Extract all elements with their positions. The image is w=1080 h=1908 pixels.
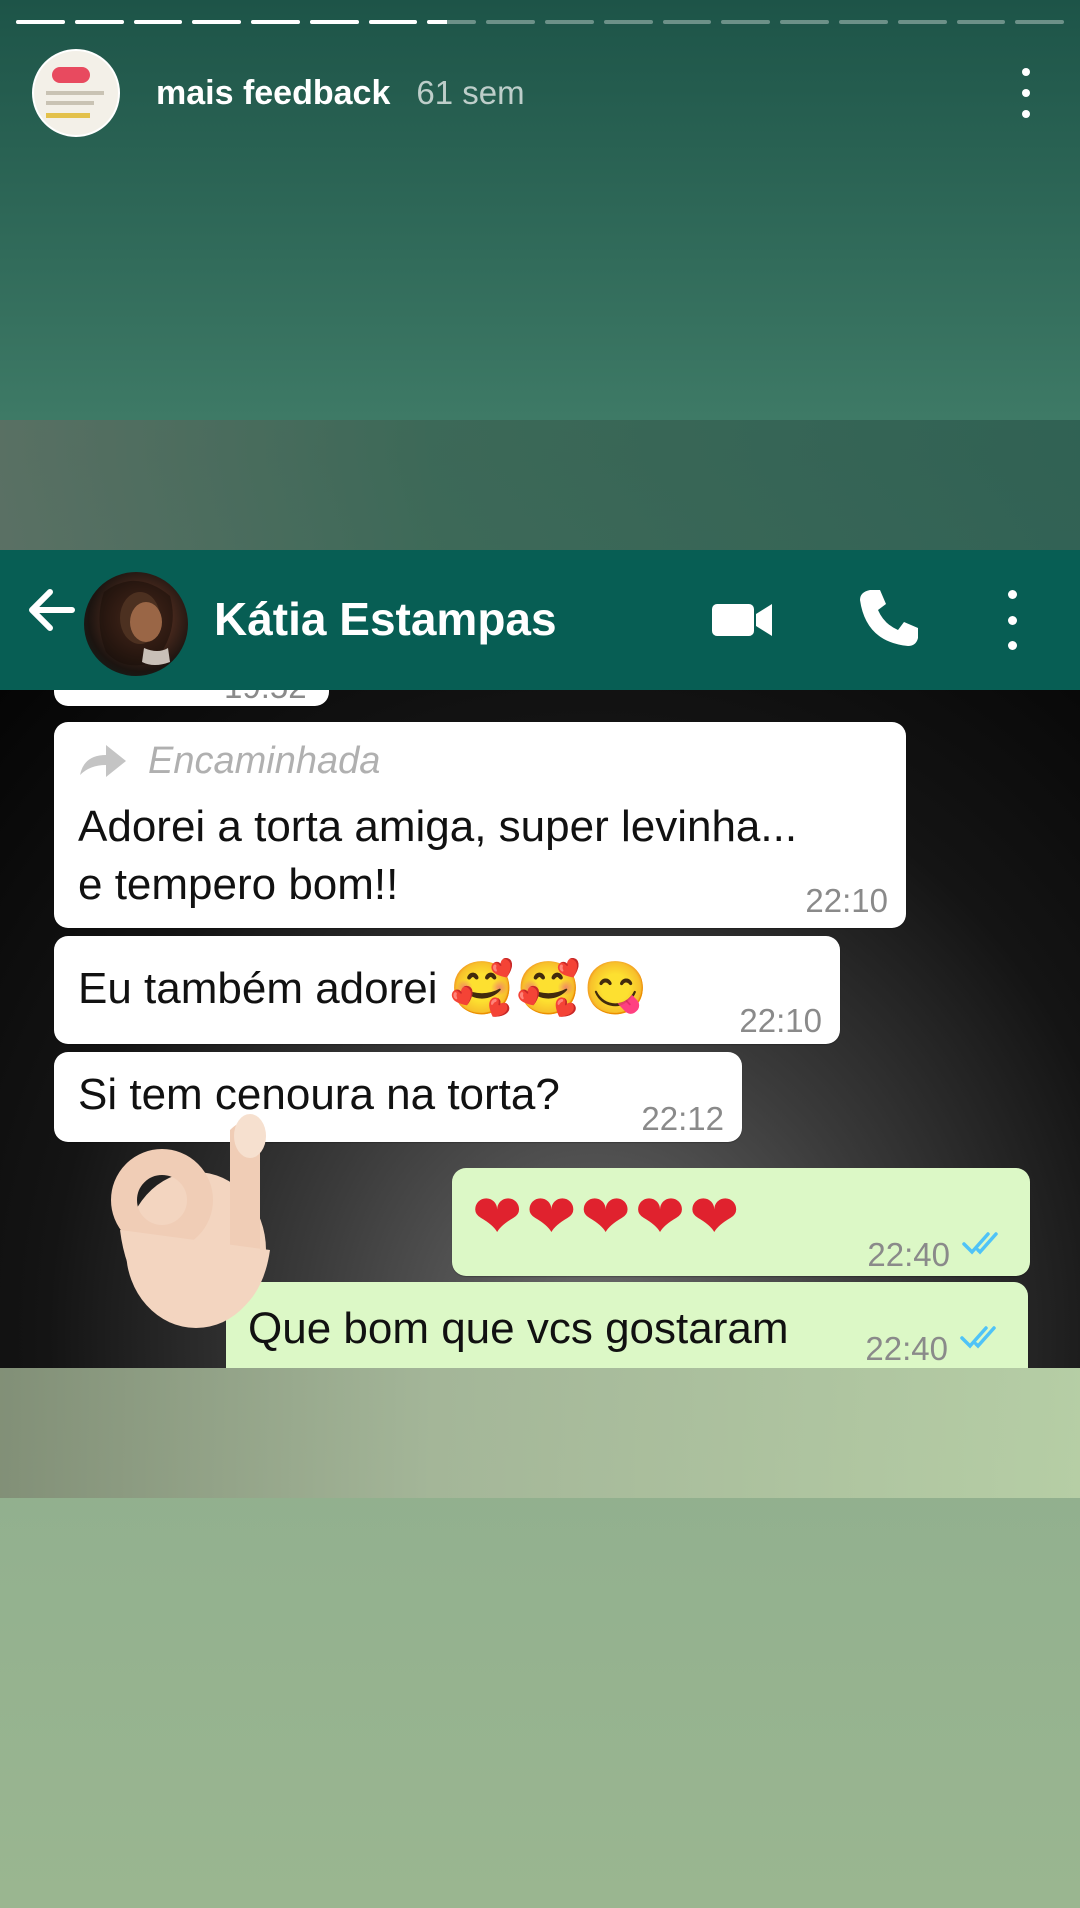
message-time: 22:40 xyxy=(867,1236,950,1273)
hearts-emoji: ❤❤❤❤❤ xyxy=(472,1183,744,1250)
contact-avatar xyxy=(84,572,188,676)
blurred-background-bottom xyxy=(0,1368,1080,1498)
story-progress-segment xyxy=(545,20,594,24)
story-avatar[interactable] xyxy=(32,49,120,137)
smiling-hearts-emoji: 🥰🥰😋 xyxy=(449,960,650,1018)
story-header: mais feedback 61 sem xyxy=(32,48,1048,138)
message-line: Adorei a torta amiga, super levinha... xyxy=(78,802,798,851)
message-time: 22:10 xyxy=(805,882,888,919)
story-progress-segment xyxy=(368,20,418,24)
message-text: Eu também adorei xyxy=(78,964,438,1013)
video-call-icon xyxy=(712,604,772,636)
story-progress-segment xyxy=(16,20,65,24)
story-time-ago: 61 sem xyxy=(416,74,525,111)
read-ticks-icon xyxy=(962,1232,998,1255)
story-progress-segment xyxy=(838,20,888,24)
story-username[interactable]: mais feedback xyxy=(156,74,390,113)
contact-name: Kátia Estampas xyxy=(214,593,557,645)
story-progress-segment xyxy=(721,20,771,24)
story-progress-segment xyxy=(780,20,829,24)
message-bubble-incoming: Encaminhada Adorei a torta amiga, super … xyxy=(54,722,906,928)
message-bubble-outgoing: Que bom que vcs gostaram 22:40 xyxy=(226,1282,1028,1368)
forward-arrow-icon xyxy=(80,745,126,777)
story-progress-segment xyxy=(192,20,242,24)
forwarded-text: Encaminhada xyxy=(148,740,381,782)
more-options-icon[interactable] xyxy=(1016,68,1036,118)
message-bubble-outgoing: ❤❤❤❤❤ 22:40 xyxy=(452,1168,1030,1276)
whatsapp-chat-header: Kátia Estampas xyxy=(0,550,1080,690)
message-bubble-incoming: Eu também adorei 🥰🥰😋 22:10 xyxy=(54,936,840,1044)
story-progress-segment xyxy=(427,20,477,24)
message-time: 22:12 xyxy=(641,1100,724,1137)
message-time: 19:52 xyxy=(224,690,307,706)
phone-call-icon xyxy=(860,590,918,646)
message-time: 22:40 xyxy=(865,1330,948,1367)
story-progress-segment xyxy=(486,20,536,24)
message-text: Adorei a torta amiga, super levinha... e… xyxy=(78,798,797,914)
story-progress-segment xyxy=(897,20,947,24)
story-progress-segment xyxy=(1015,20,1065,24)
back-arrow-icon xyxy=(29,589,75,631)
story-progress-segment xyxy=(133,20,183,24)
blurred-background-top xyxy=(0,420,1080,550)
message-time: 22:10 xyxy=(739,1002,822,1039)
whatsapp-menu-icon xyxy=(1000,590,1024,650)
story-progress-bar xyxy=(16,20,1065,25)
story-progress-segment xyxy=(251,20,300,24)
story-progress-segment xyxy=(956,20,1006,24)
story-progress-segment xyxy=(662,20,712,24)
message-bubble-partial: 19:52 xyxy=(54,690,329,706)
ok-hand-emoji xyxy=(111,1114,270,1328)
forwarded-label: Encaminhada xyxy=(76,732,380,790)
read-ticks-icon xyxy=(960,1326,996,1349)
story-progress-segment xyxy=(603,20,653,24)
story-progress-segment xyxy=(309,20,359,24)
message-line: e tempero bom!! xyxy=(78,860,399,909)
message-text: Que bom que vcs gostaram xyxy=(248,1304,789,1353)
story-progress-segment xyxy=(74,20,124,24)
